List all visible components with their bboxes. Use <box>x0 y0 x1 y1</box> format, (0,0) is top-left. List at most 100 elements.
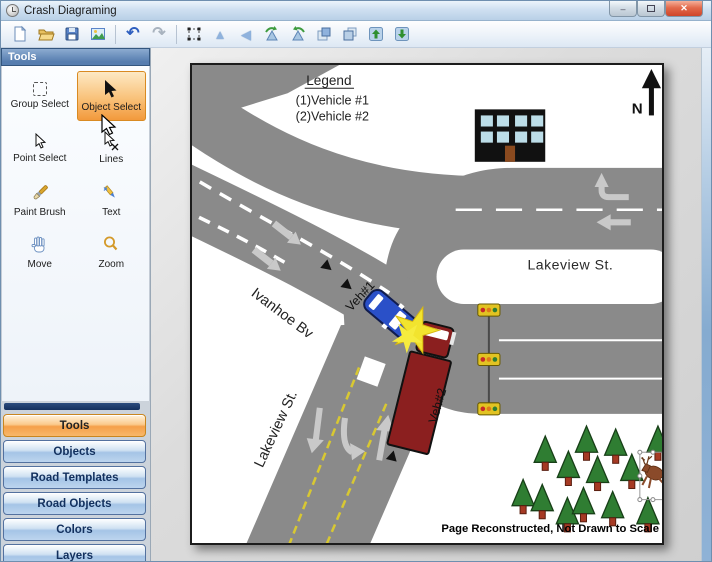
title-bar[interactable]: Crash Diagraming <box>1 1 712 21</box>
panel-accordion: Tools Objects Road Templates Road Object… <box>1 412 150 562</box>
tree[interactable] <box>602 492 624 526</box>
accordion-layers[interactable]: Layers <box>3 544 146 562</box>
tool-move[interactable]: Move <box>5 227 75 277</box>
traffic-signal <box>478 304 500 316</box>
building[interactable] <box>475 109 545 161</box>
accordion-colors[interactable]: Colors <box>3 518 146 541</box>
main-toolbar: ↶ ↷ ▲ ◀ <box>1 21 712 48</box>
north-label: N <box>632 100 643 117</box>
new-file-button[interactable] <box>7 23 33 46</box>
maximize-button[interactable] <box>637 1 665 17</box>
caption-buttons: – ✕ <box>609 1 703 17</box>
move-down-button[interactable] <box>389 23 415 46</box>
open-file-button[interactable] <box>33 23 59 46</box>
flip-vertical-button[interactable]: ▲ <box>207 23 233 46</box>
selection-box-icon <box>185 25 203 43</box>
flip-horizontal-icon: ◀ <box>241 28 251 41</box>
app-window: Crash Diagraming – ✕ ↶ ↷ ▲ ◀ <box>0 0 712 562</box>
tools-panel: Tools Group Select Object Select Point S… <box>1 48 151 562</box>
street-label-ivanhoe: Ivanhoe Bv <box>248 285 316 342</box>
tree[interactable] <box>587 456 609 490</box>
tool-label: Group Select <box>11 99 69 110</box>
tree[interactable] <box>647 426 664 460</box>
pine-trees[interactable] <box>512 426 664 532</box>
save-file-button[interactable] <box>59 23 85 46</box>
accordion-road-objects[interactable]: Road Objects <box>3 492 146 515</box>
tree[interactable] <box>605 429 627 463</box>
accordion-tools[interactable]: Tools <box>3 414 146 437</box>
flip-horizontal-button[interactable]: ◀ <box>233 23 259 46</box>
tools-panel-title: Tools <box>8 51 37 63</box>
tool-label: Zoom <box>98 259 124 270</box>
text-icon <box>100 182 122 204</box>
close-icon: ✕ <box>680 3 688 14</box>
save-floppy-icon <box>63 25 81 43</box>
tree[interactable] <box>557 451 579 485</box>
deer[interactable] <box>641 456 664 488</box>
object-select-icon <box>101 79 121 99</box>
tool-label: Move <box>28 259 52 270</box>
accordion-label: Objects <box>53 446 95 458</box>
tree[interactable] <box>534 436 556 470</box>
arrow-up-icon <box>367 25 385 43</box>
minimize-icon: – <box>620 4 625 14</box>
point-select-icon <box>31 132 49 150</box>
north-arrow[interactable]: N <box>632 69 661 117</box>
undo-button[interactable]: ↶ <box>120 23 146 46</box>
minimize-button[interactable]: – <box>609 1 637 17</box>
panel-divider <box>4 403 140 410</box>
tree[interactable] <box>531 484 553 518</box>
tool-zoom[interactable]: Zoom <box>77 227 147 277</box>
app-icon <box>6 4 19 17</box>
diagram-canvas[interactable]: Legend (1)Vehicle #1 (2)Vehicle #2 N <box>190 63 664 545</box>
toolbar-separator <box>176 25 177 44</box>
tool-grid: Group Select Object Select Point Select … <box>1 66 150 401</box>
tool-label: Lines <box>99 154 123 165</box>
tree[interactable] <box>575 426 597 460</box>
export-image-button[interactable] <box>85 23 111 46</box>
flip-vertical-icon: ▲ <box>214 28 227 41</box>
undo-icon: ↶ <box>126 26 139 42</box>
tool-label: Text <box>102 207 120 218</box>
move-up-button[interactable] <box>363 23 389 46</box>
tree[interactable] <box>512 479 534 513</box>
accordion-label: Road Templates <box>31 472 119 484</box>
move-hand-icon <box>29 234 51 256</box>
building-door <box>505 146 515 162</box>
accordion-objects[interactable]: Objects <box>3 440 146 463</box>
toolbar-separator <box>115 25 116 44</box>
redo-button[interactable]: ↷ <box>146 23 172 46</box>
footer-note: Page Reconstructed, Not Drawn to Scale <box>441 523 659 535</box>
traffic-signal <box>478 353 500 365</box>
street-label-lakeview-east: Lakeview St. <box>527 257 613 273</box>
rotate-right-button[interactable] <box>285 23 311 46</box>
mouse-cursor <box>100 114 120 138</box>
legend-title: Legend <box>306 73 351 88</box>
accordion-road-templates[interactable]: Road Templates <box>3 466 146 489</box>
tool-group-select[interactable]: Group Select <box>5 71 75 121</box>
accordion-label: Colors <box>56 524 92 536</box>
accordion-label: Road Objects <box>37 498 111 510</box>
drawing-workspace: Legend (1)Vehicle #1 (2)Vehicle #2 N <box>151 48 712 562</box>
accordion-label: Layers <box>56 550 93 562</box>
crash-diagram[interactable]: Legend (1)Vehicle #1 (2)Vehicle #2 N <box>192 65 664 545</box>
tool-point-select[interactable]: Point Select <box>5 123 75 173</box>
accordion-label: Tools <box>60 420 90 432</box>
send-to-back-button[interactable] <box>337 23 363 46</box>
deer-antlers <box>641 456 652 464</box>
legend[interactable]: Legend (1)Vehicle #1 (2)Vehicle #2 <box>296 73 369 123</box>
close-button[interactable]: ✕ <box>665 1 703 17</box>
rotate-left-icon <box>263 25 281 43</box>
select-transform-button[interactable] <box>181 23 207 46</box>
new-file-icon <box>11 25 29 43</box>
traffic-signal <box>478 403 500 415</box>
tool-text[interactable]: Text <box>77 175 147 225</box>
send-back-icon <box>341 25 359 43</box>
redo-icon: ↷ <box>152 26 165 42</box>
image-icon <box>89 25 107 43</box>
rotate-left-button[interactable] <box>259 23 285 46</box>
zoom-magnifier-icon <box>100 234 122 256</box>
tool-paint-brush[interactable]: Paint Brush <box>5 175 75 225</box>
bring-to-front-button[interactable] <box>311 23 337 46</box>
arrow-down-icon <box>393 25 411 43</box>
